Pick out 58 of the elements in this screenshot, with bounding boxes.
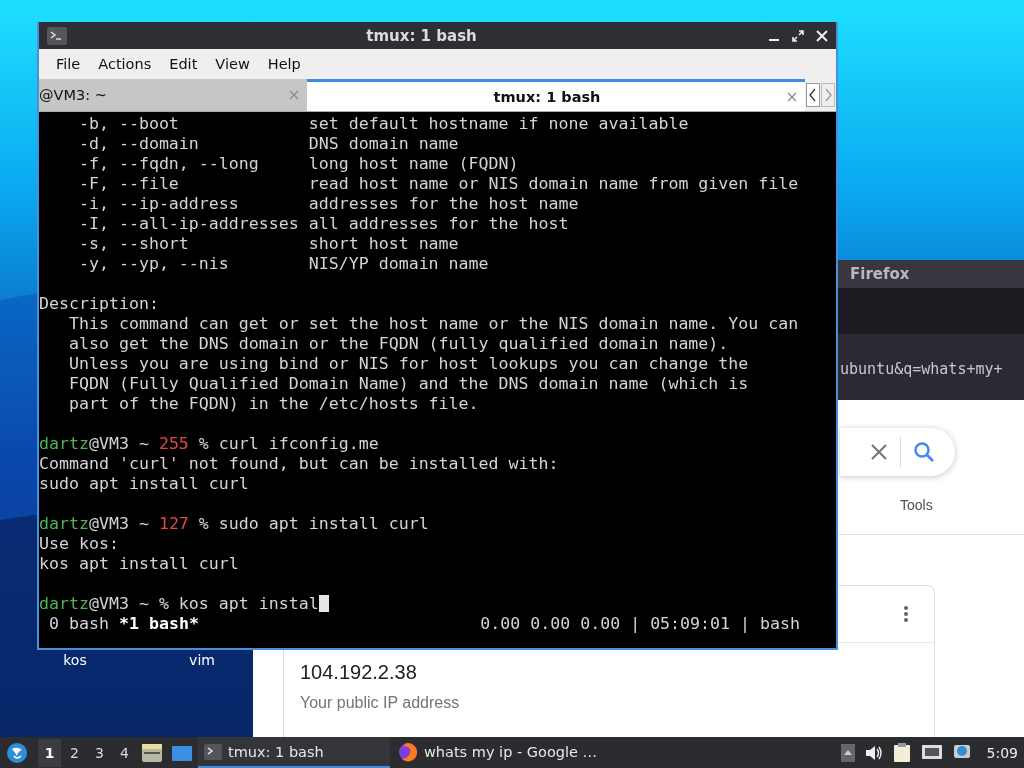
terminal-line: -s, --short short host name [77,234,460,254]
workspace-button[interactable]: 2 [63,738,86,767]
task-button[interactable]: whats my ip - Google … [392,737,604,768]
menu-item[interactable]: File [47,56,90,72]
terminal-line: FQDN (Fully Qualified Domain Name) and the DNS domain name (which is [67,374,750,394]
search-icon[interactable] [913,441,935,463]
address-field[interactable]: ubuntu&q=whats+my+ [840,360,1003,378]
terminal-line: also get the DNS domain or the FQDN (fully qualified domain name). [67,334,730,354]
terminal-tab[interactable]: @VM3: ~ [39,79,307,111]
terminal-line: -F, --file read host name or NIS domain name from given file [77,174,800,194]
terminal-line: dartz@VM3 ~ 127 % sudo apt install curl [39,514,430,534]
terminal-line: Command 'curl' not found, but can be installed with: [39,454,560,474]
terminal-tab[interactable]: tmux: 1 bash [307,79,805,111]
desktop-icon-label[interactable]: vim [189,652,215,668]
terminal-line: dartz@VM3 ~ 255 % curl ifconfig.me [39,434,380,454]
file-manager-icon[interactable] [141,742,163,763]
ip-caption: Your public IP address [300,694,461,712]
terminal-line: Unless you are using bind or NIS for host lookups you can change the [67,354,750,374]
terminal-line: kos apt install curl [39,554,240,574]
terminal-icon [204,743,222,760]
browser-icon [398,741,418,762]
desktop-icon-label[interactable]: kos [63,652,87,668]
terminal-line: -b, --boot set default hostname if none available [77,114,690,134]
workspace-button[interactable]: 3 [88,738,111,767]
menu-item[interactable]: Actions [89,56,161,72]
more-icon[interactable] [903,605,909,623]
terminal-line: -i, --ip-address addresses for the host name [77,194,580,214]
terminal-line: Use kos: [39,534,120,554]
terminal-line: Description: [39,294,160,314]
workspace-button[interactable]: 1 [38,738,61,767]
clipboard-icon[interactable] [892,742,911,763]
terminal-line: part of the FQDN) in the /etc/hosts file. [67,394,480,414]
volume-icon[interactable] [864,744,883,761]
terminal-line: -d, --domain DNS domain name [77,134,460,154]
scroll-left-icon[interactable] [806,83,820,107]
tmux-status: 0.00 0.00 0.00 | 05:09:01 | bash [480,614,800,634]
menu-item[interactable]: View [206,56,259,72]
start-menu-icon[interactable] [6,741,28,764]
tmux-window[interactable]: *1 bash* [118,614,199,634]
network-icon[interactable] [920,743,943,762]
terminal-line: -I, --all-ip-addresses all addresses for the host [77,214,570,234]
clock: 5:09 [986,744,1018,761]
terminal-line: This command can get or set the host name or the NIS domain name. You can [67,314,800,334]
terminal-line: sudo apt install curl [39,474,250,494]
terminal-line: -y, --yp, --nis NIS/YP domain name [77,254,490,274]
task-button[interactable]: tmux: 1 bash [198,737,390,768]
terminal-line: dartz@VM3 ~ % kos apt instal [39,594,836,614]
terminal-line: -f, --fqdn, --long long host name (FQDN) [77,154,520,174]
tools-link[interactable]: Tools [900,497,933,513]
ip-address: 104.192.2.38 [300,661,418,684]
maximize-icon[interactable] [792,29,804,42]
tmux-window[interactable]: 0 bash [49,614,109,634]
terminal-icon [47,26,67,45]
window-title: Firefox [850,265,910,283]
workspace-button[interactable]: 4 [113,738,136,767]
menu-item[interactable]: Edit [160,56,207,72]
menu-item[interactable]: Help [258,56,310,72]
window-title: tmux: 1 bash [365,26,478,45]
